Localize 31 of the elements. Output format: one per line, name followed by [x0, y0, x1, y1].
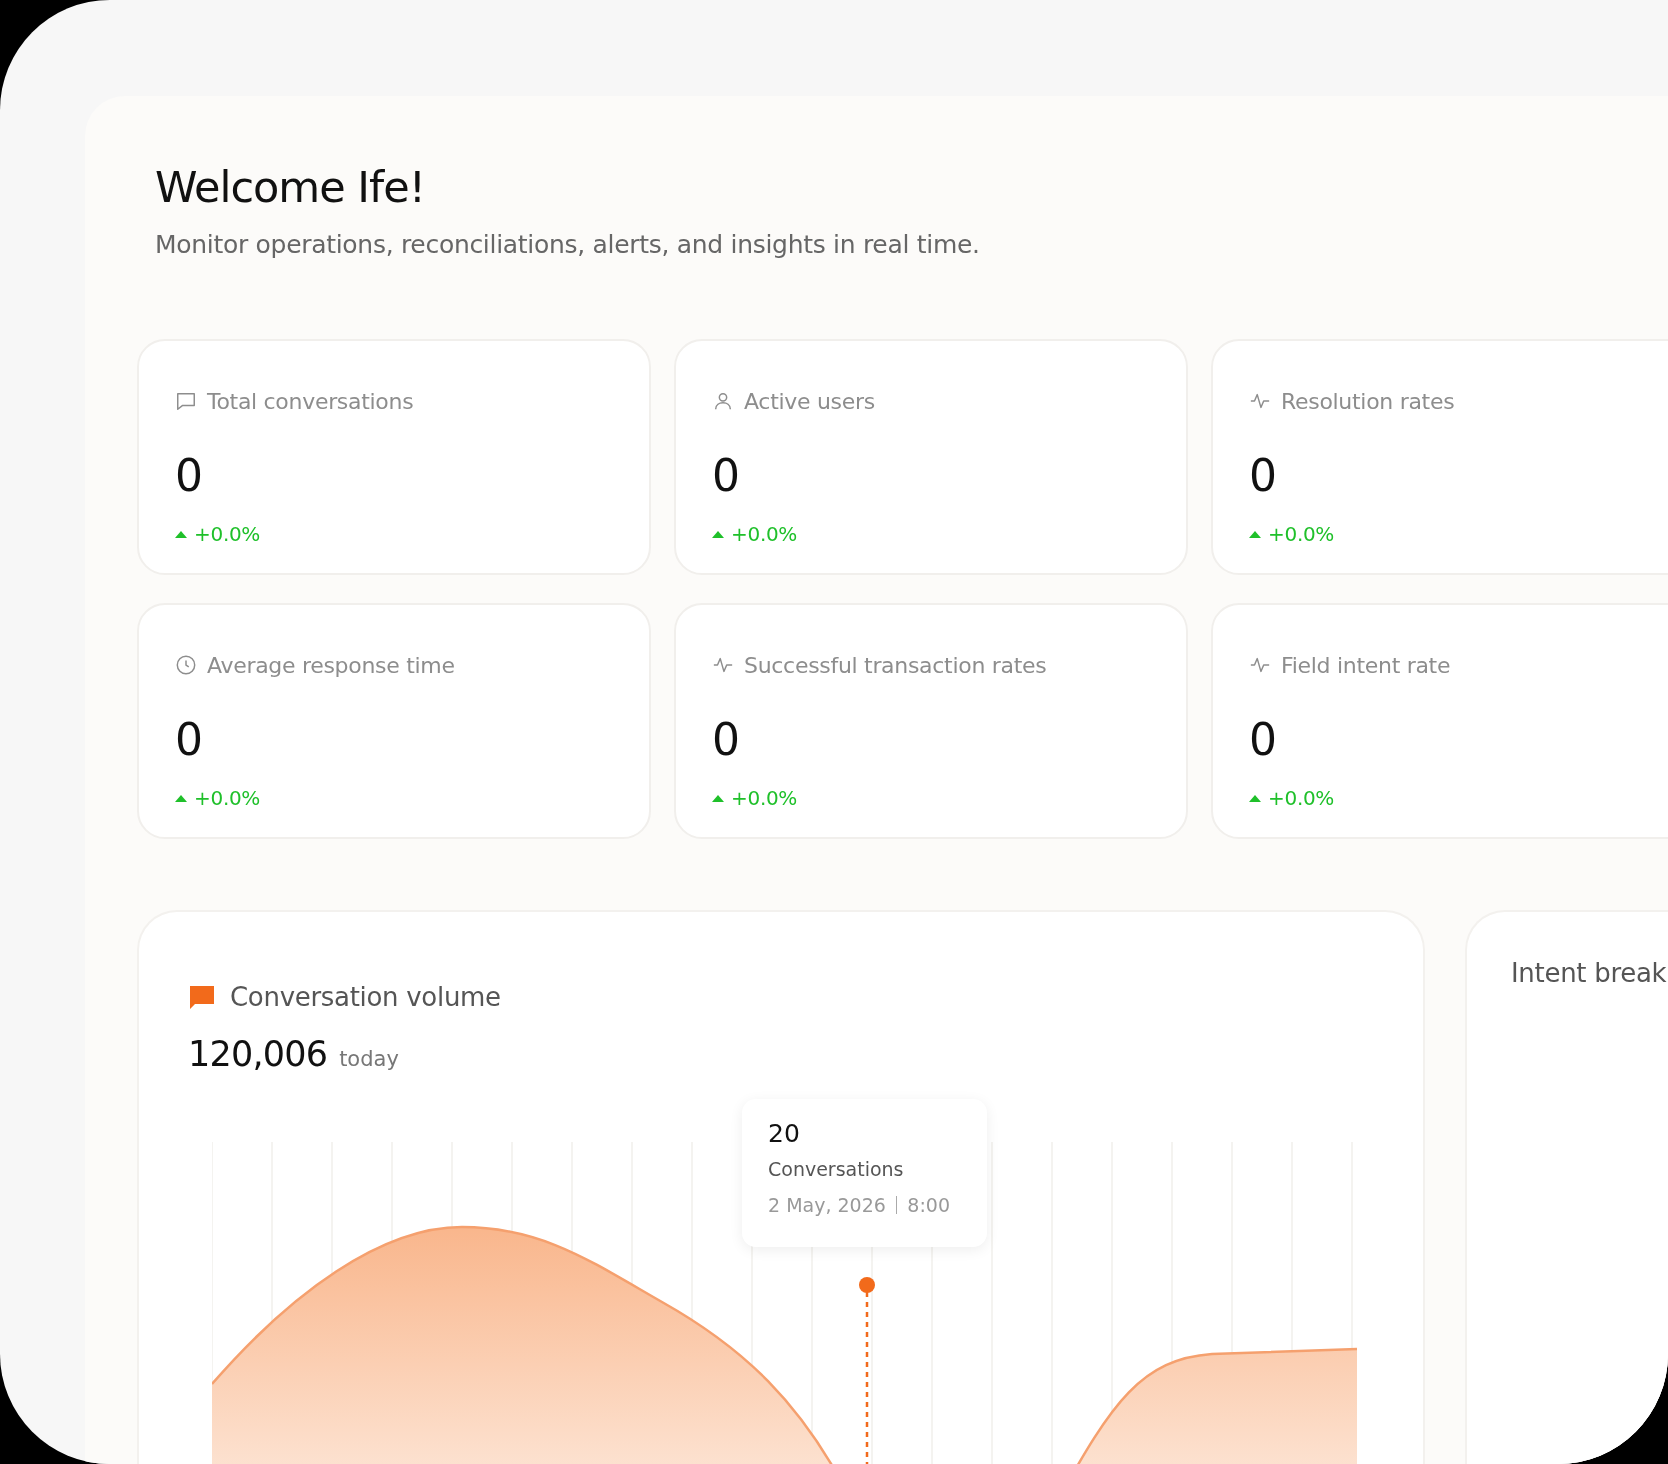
- stat-value: 0: [1249, 717, 1277, 762]
- stat-value: 0: [712, 717, 740, 762]
- change-percentage: +0.0%: [731, 785, 798, 810]
- change-percentage: +0.0%: [731, 521, 798, 546]
- period-label: today: [339, 1046, 399, 1071]
- change-percentage: +0.0%: [1268, 521, 1335, 546]
- tooltip-label: Conversations: [768, 1157, 904, 1180]
- tooltip-value: 20: [768, 1118, 800, 1148]
- tooltip-time: 8:00: [907, 1193, 950, 1216]
- stat-value: 0: [1249, 453, 1277, 498]
- stat-value: 0: [175, 453, 203, 498]
- chat-bubble-icon: [175, 390, 197, 413]
- stat-label: Field intent rate: [1281, 652, 1451, 678]
- clock-icon: [175, 654, 197, 677]
- change-percentage: +0.0%: [194, 521, 261, 546]
- stat-value: 0: [712, 453, 740, 498]
- subtitle: Monitor operations, reconciliations, alerts, and insights in real time.: [155, 229, 981, 259]
- stat-label: Successful transaction rates: [744, 652, 1047, 678]
- stat-label: Resolution rates: [1281, 388, 1455, 414]
- card-title: Intent break: [1511, 957, 1667, 988]
- change-percentage: +0.0%: [1268, 785, 1335, 810]
- stat-label: Total conversations: [207, 388, 414, 414]
- chat-bubble-icon: [188, 983, 216, 1010]
- conversation-total: 120,006: [188, 1033, 328, 1074]
- tooltip-date: 2 May, 2026: [768, 1193, 886, 1216]
- stat-label: Active users: [744, 388, 875, 414]
- change-percentage: +0.0%: [194, 785, 261, 810]
- welcome-heading: Welcome Ife!: [155, 162, 426, 214]
- chart-title: Conversation volume: [230, 981, 501, 1012]
- stat-label: Average response time: [207, 652, 455, 678]
- stat-value: 0: [175, 717, 203, 762]
